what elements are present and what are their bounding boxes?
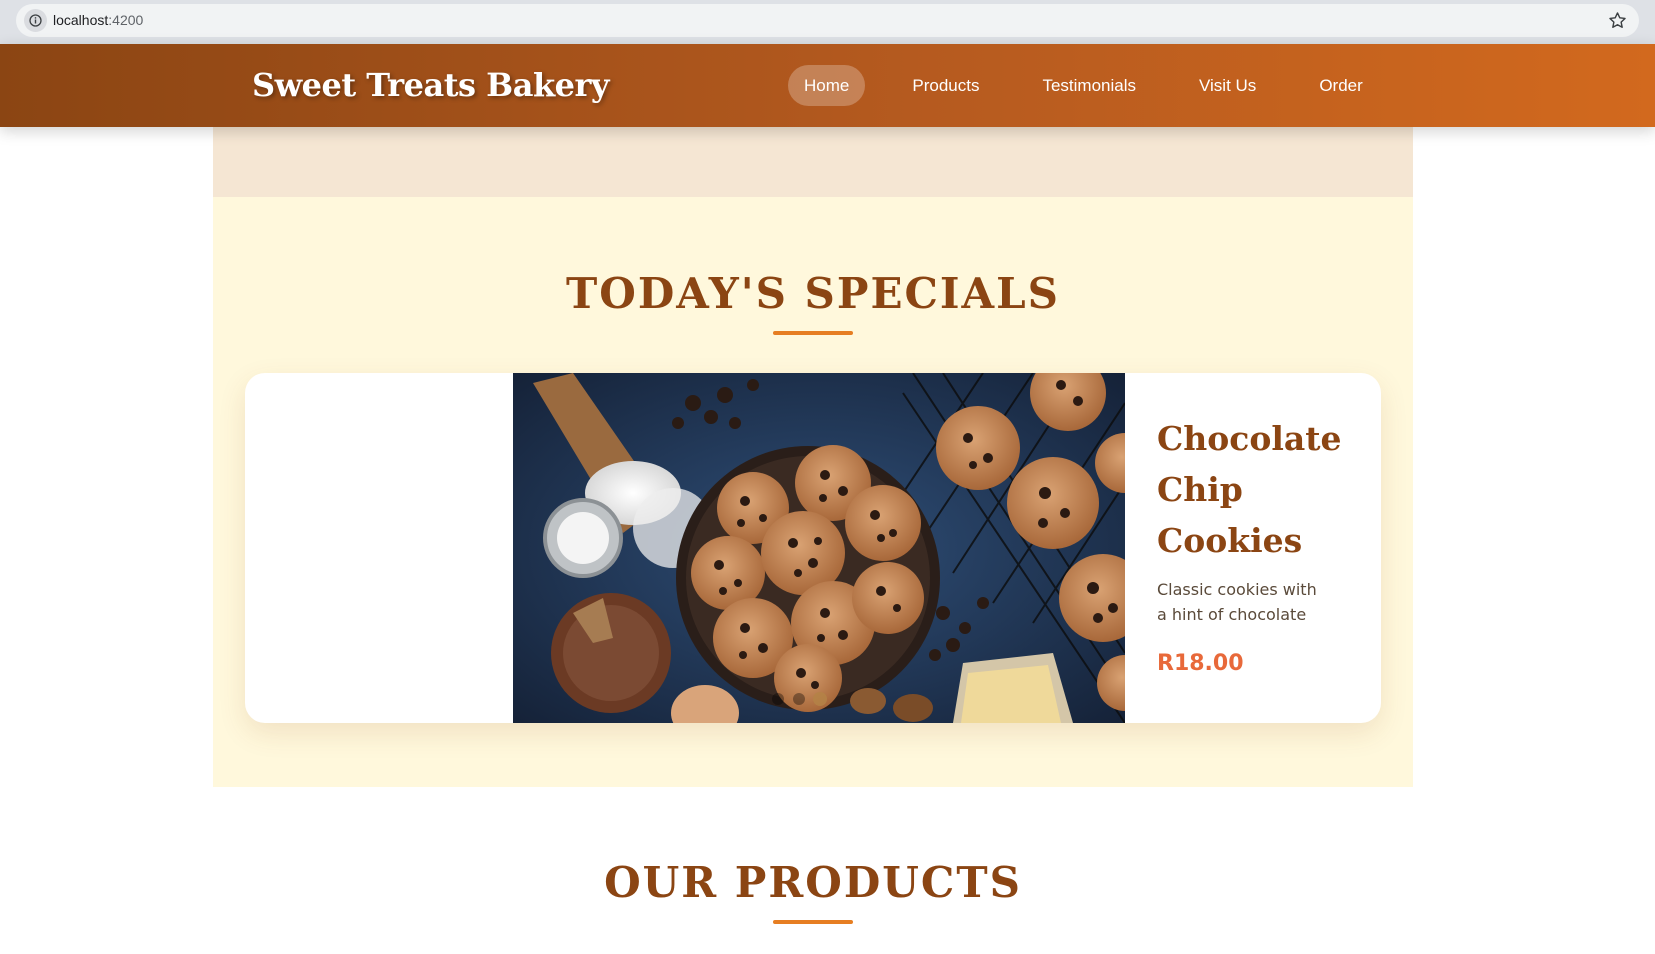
carousel-dot[interactable]	[793, 693, 805, 705]
bookmark-star-icon[interactable]	[1608, 11, 1627, 30]
browser-toolbar: localhost:4200	[0, 0, 1655, 44]
carousel-indicators	[513, 691, 1125, 707]
products-title: OUR PRODUCTS	[604, 858, 1022, 907]
url-host: localhost	[53, 12, 109, 28]
nav-home[interactable]: Home	[788, 65, 866, 106]
nav-products[interactable]: Products	[896, 65, 995, 106]
carousel-dot[interactable]	[772, 693, 784, 705]
nav-visit-us[interactable]: Visit Us	[1183, 65, 1272, 106]
nav-testimonials[interactable]: Testimonials	[1026, 65, 1152, 106]
address-bar[interactable]: localhost:4200	[16, 4, 1639, 37]
specials-title: TODAY'S SPECIALS	[566, 269, 1060, 318]
special-item-price: R18.00	[1157, 651, 1244, 676]
main-nav: Home Products Testimonials Visit Us Orde…	[788, 65, 1410, 106]
url-text: localhost:4200	[53, 12, 143, 28]
hero-section-bottom	[213, 127, 1413, 197]
site-info-icon[interactable]	[24, 9, 47, 32]
brand-logo[interactable]: Sweet Treats Bakery	[252, 66, 609, 104]
cookies-image	[513, 373, 1125, 723]
specials-section: TODAY'S SPECIALS Chocolate Chip Cookies …	[213, 197, 1413, 787]
url-port: :4200	[108, 12, 144, 28]
nav-order[interactable]: Order	[1303, 65, 1378, 106]
site-header: Sweet Treats Bakery Home Products Testim…	[0, 44, 1655, 127]
carousel-dot-active[interactable]	[813, 692, 827, 706]
special-card: Chocolate Chip Cookies Classic cookies w…	[245, 373, 1381, 723]
special-item-name: Chocolate Chip Cookies	[1157, 419, 1342, 560]
special-item-description: Classic cookies with a hint of chocolate	[1157, 580, 1317, 624]
specials-title-underline	[773, 331, 853, 335]
products-title-underline	[773, 920, 853, 924]
